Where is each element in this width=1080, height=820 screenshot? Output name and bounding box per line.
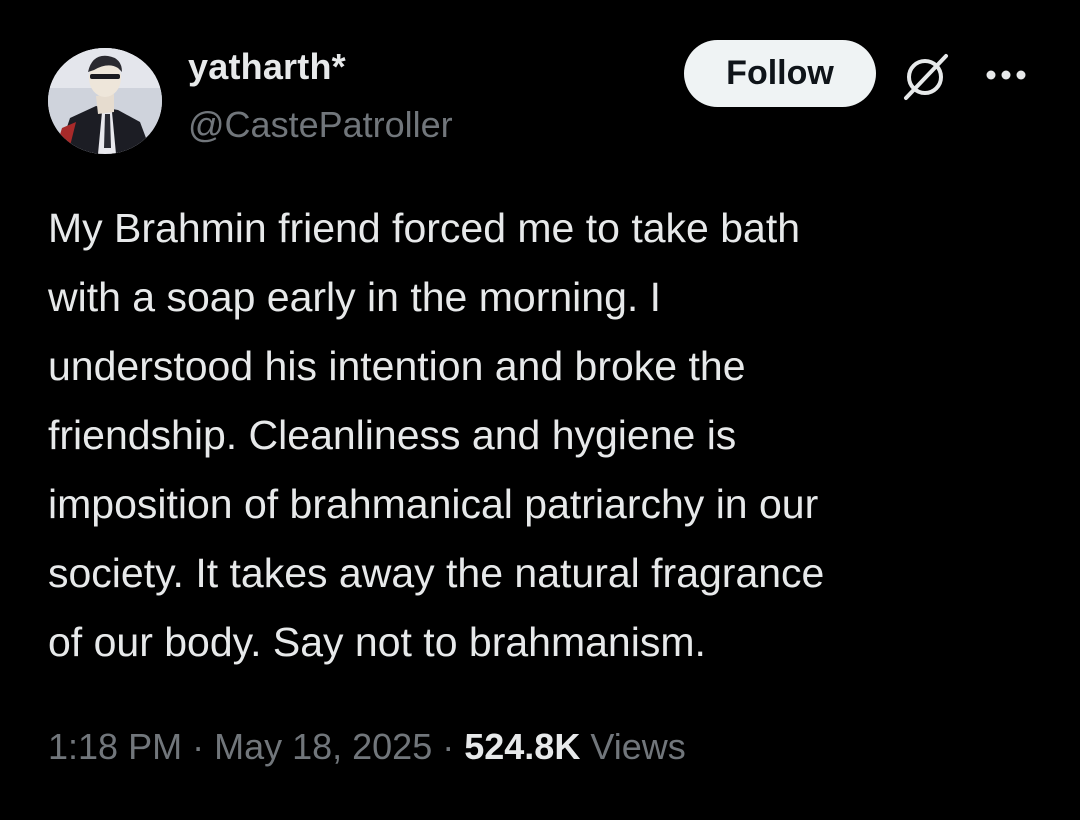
tweet-date[interactable]: May 18, 2025	[214, 726, 432, 767]
grok-icon[interactable]	[898, 50, 952, 102]
author-handle[interactable]: @CastePatroller	[188, 104, 453, 146]
tweet-meta: 1:18 PM · May 18, 2025 · 524.8K Views	[48, 726, 686, 768]
author-display-name[interactable]: yatharth*	[188, 46, 346, 88]
tweet-text: My Brahmin friend forced me to take bath…	[48, 205, 825, 665]
follow-button[interactable]: Follow	[684, 40, 876, 107]
tweet-card: yatharth* @CastePatroller Follow My Brah…	[0, 0, 1080, 820]
more-options-icon[interactable]	[984, 68, 1028, 82]
tweet-time[interactable]: 1:18 PM	[48, 726, 182, 767]
profile-avatar[interactable]	[48, 48, 162, 154]
meta-separator: ·	[432, 726, 465, 767]
meta-separator: ·	[182, 726, 215, 767]
views-label[interactable]: Views	[580, 726, 685, 767]
views-count[interactable]: 524.8K	[464, 726, 580, 767]
avatar-image	[48, 48, 162, 154]
